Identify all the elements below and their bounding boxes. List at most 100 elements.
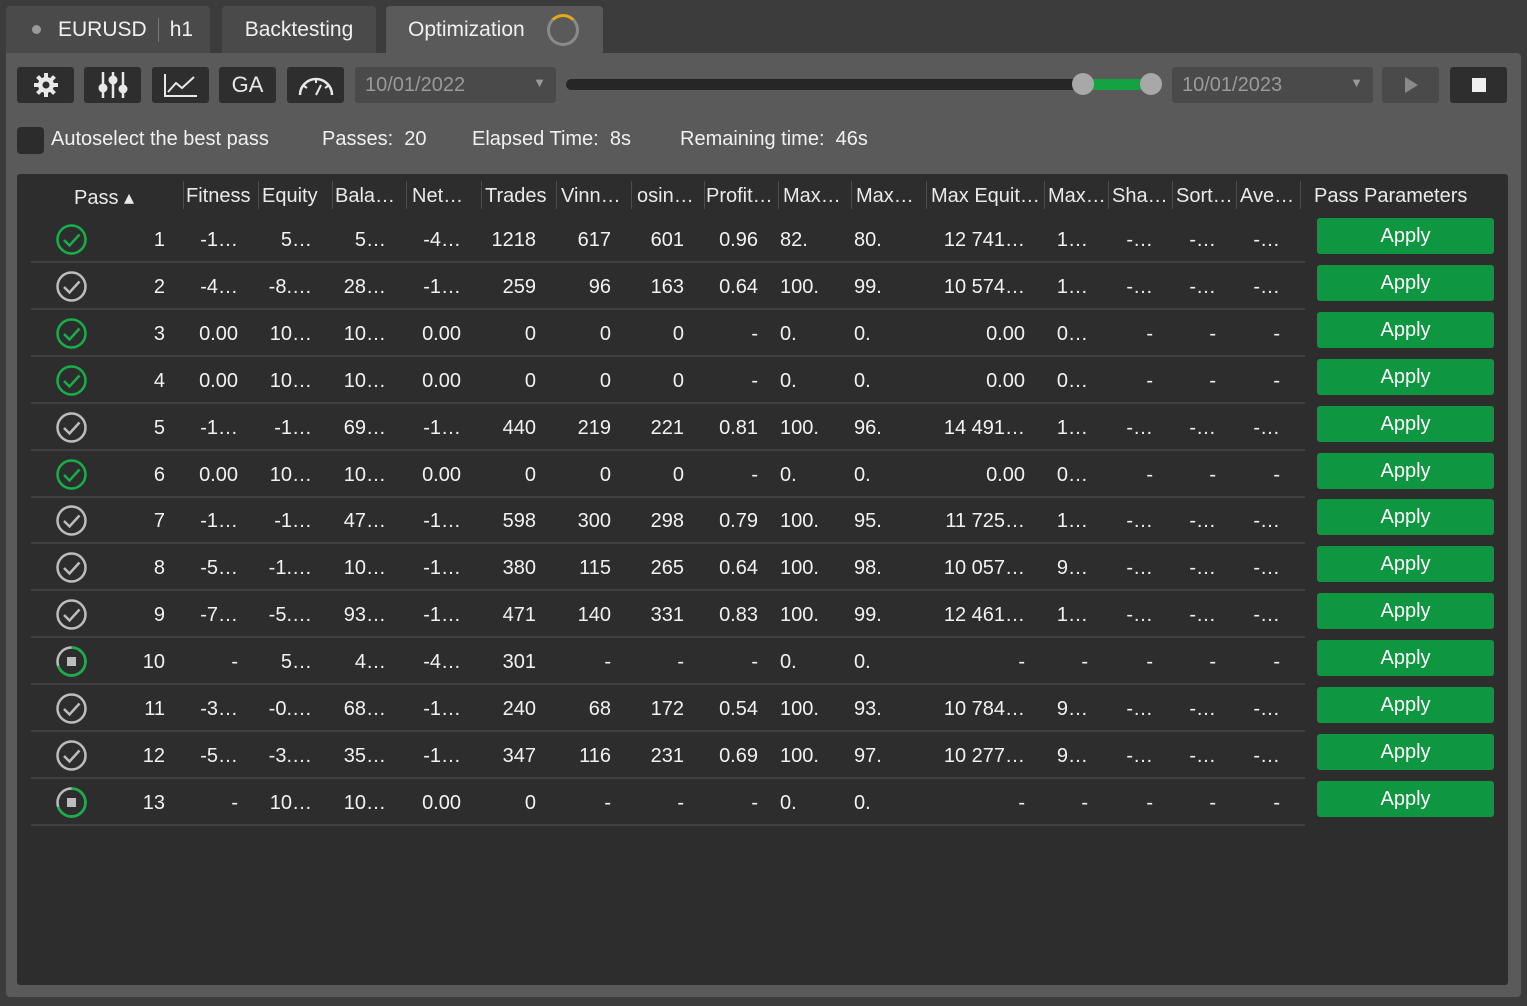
apply-button[interactable]: Apply bbox=[1317, 452, 1494, 489]
header-fitness[interactable]: Fitness bbox=[186, 185, 254, 209]
column-resize-handle[interactable] bbox=[556, 181, 557, 209]
apply-button[interactable]: Apply bbox=[1317, 405, 1494, 442]
header-sharpe[interactable]: Sha… bbox=[1112, 185, 1166, 209]
cell-max-1: 0. bbox=[780, 369, 797, 392]
apply-button[interactable]: Apply bbox=[1317, 264, 1494, 301]
cell-max-1: 100. bbox=[780, 275, 819, 298]
autoselect-checkbox[interactable] bbox=[17, 127, 44, 154]
column-resize-handle[interactable] bbox=[183, 181, 184, 209]
column-resize-handle[interactable] bbox=[851, 181, 852, 209]
column-resize-handle[interactable] bbox=[1300, 181, 1301, 209]
table-row[interactable]: 2 -4… -8.… 28… -1… 259 96 163 0.64 100. 99. 10 574…… bbox=[31, 264, 1305, 310]
autoselect-label: Autoselect the best pass bbox=[51, 128, 269, 150]
header-winning[interactable]: Vinn… bbox=[561, 185, 629, 209]
table-row[interactable]: 7 -1… -1… 47… -1… 598 300 298 0.79 100. 95. 11 725…… bbox=[31, 498, 1305, 545]
table-row[interactable]: 13-10… 10… 0.00 0- - -0. 0. - - - - - bbox=[31, 780, 1305, 826]
header-trades[interactable]: Trades bbox=[485, 185, 551, 209]
stop-button[interactable] bbox=[1450, 67, 1507, 103]
cell-max-equity: 0.00 bbox=[986, 463, 1025, 486]
cell-profit-factor: 0.81 bbox=[719, 416, 758, 439]
range-end-handle[interactable] bbox=[1140, 73, 1162, 95]
column-resize-handle[interactable] bbox=[926, 181, 927, 209]
date-range-slider[interactable] bbox=[566, 79, 1154, 90]
header-pass-parameters[interactable]: Pass Parameters bbox=[1314, 185, 1486, 209]
completed-check-icon bbox=[56, 599, 87, 630]
apply-button[interactable]: Apply bbox=[1317, 499, 1494, 536]
cell-balance: 28… bbox=[343, 275, 386, 298]
table-row[interactable]: 12 -5… -3.… 35… -1… 347 116 231 0.69 100. 97. 10 27… bbox=[31, 733, 1305, 779]
header-losing[interactable]: osin… bbox=[637, 185, 703, 209]
symbol-label: EURUSD bbox=[58, 17, 147, 41]
column-resize-handle[interactable] bbox=[704, 181, 705, 209]
header-balance[interactable]: Bala… bbox=[335, 185, 407, 209]
column-resize-handle[interactable] bbox=[1236, 181, 1237, 209]
apply-button[interactable]: Apply bbox=[1317, 358, 1494, 395]
cell-sortino: - bbox=[1209, 463, 1216, 486]
cell-max-3: 9… bbox=[1056, 557, 1088, 580]
tab-chart-eurusd[interactable]: EURUSD h1 bbox=[6, 6, 210, 53]
column-resize-handle[interactable] bbox=[332, 181, 333, 209]
apply-button[interactable]: Apply bbox=[1317, 218, 1494, 254]
passes-caption: Passes: bbox=[322, 128, 394, 150]
cell-max-2: 93. bbox=[854, 698, 882, 720]
table-row[interactable]: 10-5… 4… -4… 301- - -0. 0. - - - - - bbox=[31, 639, 1305, 686]
best-pass-check-icon bbox=[56, 458, 87, 490]
header-max-2[interactable]: Max… bbox=[856, 185, 918, 209]
column-resize-handle[interactable] bbox=[406, 181, 407, 209]
header-average[interactable]: Ave… bbox=[1240, 185, 1294, 209]
end-date-select[interactable]: 10/01/2023 ▼ bbox=[1172, 67, 1373, 103]
column-resize-handle[interactable] bbox=[481, 181, 482, 209]
apply-button[interactable]: Apply bbox=[1317, 687, 1494, 723]
apply-button[interactable]: Apply bbox=[1317, 733, 1494, 770]
cell-max-equity: 10 784… bbox=[943, 698, 1025, 720]
column-resize-handle[interactable] bbox=[778, 181, 779, 209]
chart-button[interactable] bbox=[152, 67, 209, 103]
tab-backtesting[interactable]: Backtesting bbox=[222, 6, 376, 53]
tab-backtesting-label: Backtesting bbox=[244, 17, 354, 41]
table-row[interactable]: 6 0.00 10… 10… 0.00 0 0 0-0. 0. 0.00 0… - - - bbox=[31, 452, 1305, 498]
apply-button[interactable]: Apply bbox=[1317, 640, 1494, 677]
header-equity[interactable]: Equity bbox=[262, 185, 330, 209]
tab-optimization[interactable]: Optimization bbox=[386, 6, 603, 53]
header-profit-factor[interactable]: Profit… bbox=[706, 185, 778, 209]
column-resize-handle[interactable] bbox=[1108, 181, 1109, 209]
start-date-select[interactable]: 10/01/2022 ▼ bbox=[355, 67, 556, 103]
apply-button[interactable]: Apply bbox=[1317, 546, 1494, 583]
ga-button[interactable]: GA bbox=[219, 67, 276, 103]
apply-button[interactable]: Apply bbox=[1317, 780, 1494, 817]
cell-net-profit: 0.00 bbox=[422, 463, 461, 486]
cell-max-1: 0. bbox=[780, 463, 797, 486]
table-row[interactable]: 9 -7… -5.… 93… -1… 471 140 331 0.83 100. 99. 12 461… bbox=[31, 592, 1305, 639]
column-resize-handle[interactable] bbox=[1044, 181, 1045, 209]
column-resize-handle[interactable] bbox=[1172, 181, 1173, 209]
header-max-3[interactable]: Max… bbox=[1048, 185, 1104, 209]
cell-losing: 298 bbox=[650, 510, 684, 533]
range-start-handle[interactable] bbox=[1072, 73, 1094, 95]
table-row[interactable]: 3 0.00 10… 10… 0.00 0 0 0-0. 0. 0.00 0… - - - bbox=[31, 311, 1305, 357]
header-max-1[interactable]: Max… bbox=[783, 185, 843, 209]
apply-button[interactable]: Apply bbox=[1317, 593, 1494, 630]
parameters-button[interactable] bbox=[84, 67, 141, 103]
column-resize-handle[interactable] bbox=[258, 181, 259, 209]
table-row[interactable]: 4 0.00 10… 10… 0.00 0 0 0-0. 0. 0.00 0… - - - bbox=[31, 358, 1305, 404]
cell-trades: 471 bbox=[502, 604, 536, 627]
header-pass[interactable]: Pass ▴ bbox=[74, 185, 144, 209]
table-row[interactable]: 5 -1… -1… 69… -1… 440 219 221 0.81 100. 96. 14 491…… bbox=[31, 405, 1305, 451]
cell-losing: 331 bbox=[650, 604, 684, 627]
start-button[interactable] bbox=[1382, 67, 1439, 103]
table-row[interactable]: 8 -5… -1.… 10… -1… 380 115 265 0.64 100. 98. 10 057… bbox=[31, 545, 1305, 592]
table-row[interactable]: 1 -1… 5… 5… -4… 1218 617 601 0.96 82. 80. 12 741… 1…… bbox=[31, 217, 1305, 263]
column-resize-handle[interactable] bbox=[631, 181, 632, 209]
header-sortino[interactable]: Sort… bbox=[1176, 185, 1232, 209]
cell-max-2: 0. bbox=[854, 651, 871, 674]
apply-button[interactable]: Apply bbox=[1317, 311, 1494, 348]
table-row[interactable]: 11 -3… -0.… 68… -1… 240 68 172 0.54 100. 93. 10 784… bbox=[31, 686, 1305, 732]
cell-net-profit: 0.00 bbox=[422, 369, 461, 392]
speed-button[interactable] bbox=[287, 67, 344, 103]
cell-trades: 0 bbox=[524, 791, 536, 814]
cell-profit-factor: 0.96 bbox=[719, 229, 758, 251]
sliders-icon bbox=[98, 72, 127, 98]
header-net-profit[interactable]: Net… bbox=[412, 185, 472, 209]
settings-button[interactable] bbox=[17, 67, 74, 103]
header-max-equity[interactable]: Max Equit… bbox=[931, 185, 1041, 209]
